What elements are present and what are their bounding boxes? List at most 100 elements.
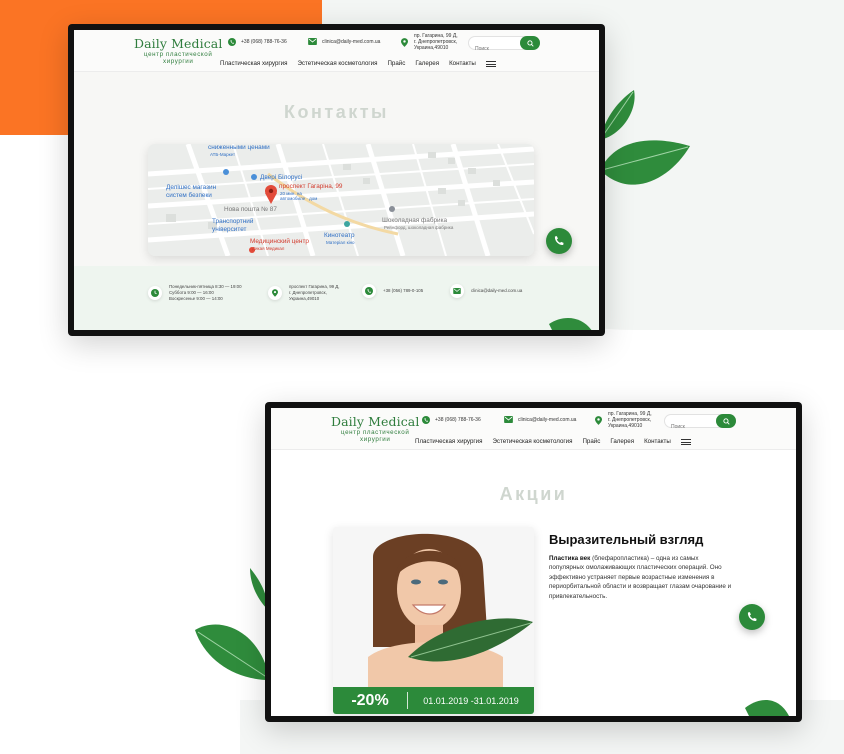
nav-item-plastic-surgery[interactable]: Пластическая хирургия [220, 60, 287, 67]
contacts-page-screen: Daily Medical центр пластической хирурги… [74, 30, 599, 330]
nav-item-prices[interactable]: Прайс [387, 60, 405, 67]
map-label: університет [212, 226, 247, 233]
phone-icon [554, 236, 564, 245]
promo-description-bold: Пластика век [549, 555, 591, 562]
promo-dates: 01.01.2019 -31.01.2019 [423, 695, 519, 706]
search-input[interactable] [469, 43, 519, 55]
site-logo[interactable]: Daily Medical центр пластической хирурги… [331, 414, 419, 443]
contact-phone-text: +38 (056) 789-0-105 [383, 288, 424, 293]
header-phone[interactable]: +38 (068) 788-76-36 [421, 415, 481, 424]
map-label: Дикая Медикал [252, 246, 285, 251]
map-label: Рейнфорд, шоколадная фабрика [384, 225, 454, 230]
contacts-page-window: Daily Medical центр пластической хирурги… [68, 24, 605, 336]
map-label: АТБ-Маркет [210, 152, 236, 157]
nav-item-contacts[interactable]: Контакты [644, 438, 671, 445]
phone-icon [421, 415, 430, 424]
logo-subtitle-2: хирургии [163, 58, 194, 65]
logo-subtitle-2: хирургии [360, 436, 391, 443]
promo-description: Пластика век (блефаропластика) – одна из… [549, 554, 734, 601]
header-address: пр. Гагарина, 99 Д, г. Днепропетровск, У… [594, 411, 654, 429]
map-label: Шоколадная фабрика [382, 217, 448, 224]
leaf-decoration [745, 700, 789, 716]
main-nav: Пластическая хирургия Эстетическая косме… [220, 60, 496, 68]
logo-subtitle-1: центр пластической [341, 429, 410, 436]
map-label: Двері Білорусі [260, 174, 303, 181]
main-nav: Пластическая хирургия Эстетическая косме… [415, 438, 691, 446]
site-header: Daily Medical центр пластической хирурги… [271, 408, 796, 450]
map-label: проспект Гагаріна, 99 [279, 183, 343, 190]
promo-card[interactable]: -20% 01.01.2019 -31.01.2019 [333, 527, 534, 714]
menu-burger-icon[interactable] [680, 439, 691, 446]
call-button[interactable] [546, 228, 572, 254]
map-label: Делішес магазин [166, 184, 217, 191]
nav-item-gallery[interactable]: Галерея [415, 60, 439, 67]
logo-subtitle-1: центр пластической [144, 51, 213, 58]
header-address: пр. Гагарина, 99 Д, г. Днепропетровск, У… [400, 33, 460, 51]
header-phone[interactable]: +38 (068) 788-76-36 [227, 37, 287, 46]
search-icon [722, 417, 730, 425]
map-label: Матеріал кіно [326, 240, 355, 245]
search-box [664, 414, 736, 433]
location-pin-icon [400, 37, 409, 47]
phone-icon [227, 37, 236, 46]
map-label: Нова пошта № 87 [224, 206, 277, 213]
map-label: автомобиле · дом [280, 196, 318, 201]
hours-sunday: Воскресенье 9:00 — 14:00 [169, 296, 223, 301]
search-button[interactable] [716, 414, 736, 428]
promotions-page-screen: Daily Medical центр пластической хирурги… [271, 408, 796, 716]
page-title: Контакты [284, 102, 389, 122]
nav-item-prices[interactable]: Прайс [582, 438, 600, 445]
mail-icon [504, 415, 513, 424]
search-input[interactable] [665, 421, 715, 433]
contact-email-text: clinica@daily-med.com.ua [471, 288, 523, 293]
phone-icon [362, 284, 376, 298]
contact-email[interactable]: clinica@daily-med.com.ua [450, 284, 522, 298]
promotions-page-window: Daily Medical центр пластической хирурги… [265, 402, 802, 722]
contact-address: проспект Гагарина, 99 Д, г. Днепропетров… [268, 284, 340, 302]
promo-title: Выразительный взгляд [549, 532, 704, 547]
menu-burger-icon[interactable] [485, 61, 496, 68]
map-label: Кинотеатр [324, 232, 355, 239]
mail-icon [308, 37, 317, 46]
header-email[interactable]: clinica@daily-med.com.ua [308, 37, 380, 46]
location-pin-icon [268, 286, 282, 300]
call-button[interactable] [739, 604, 765, 630]
clock-icon [148, 286, 162, 300]
nav-item-contacts[interactable]: Контакты [449, 60, 476, 67]
header-email[interactable]: clinica@daily-med.com.ua [504, 415, 576, 424]
map-label: сниженными ценами [208, 144, 270, 151]
promo-bar: -20% 01.01.2019 -31.01.2019 [333, 687, 534, 714]
search-button[interactable] [520, 36, 540, 50]
search-icon [526, 39, 534, 47]
header-address-line3: Украина,49010 [608, 423, 643, 429]
nav-item-cosmetology[interactable]: Эстетическая косметология [492, 438, 572, 445]
promo-photo-illustration [333, 527, 534, 687]
header-address-line3: Украина,49010 [414, 45, 449, 51]
leaf-decoration [549, 318, 592, 330]
map-label: Медицинский центр [250, 238, 309, 245]
contacts-map[interactable]: сниженными ценами АТБ-Маркет Двері Білор… [148, 144, 534, 256]
location-pin-icon [594, 415, 603, 425]
nav-item-cosmetology[interactable]: Эстетическая косметология [297, 60, 377, 67]
address-line3: Украина,49010 [289, 296, 320, 301]
header-email-text: clinica@daily-med.com.ua [322, 38, 381, 45]
header-phone-text: +38 (068) 788-76-36 [435, 416, 481, 423]
header-email-text: clinica@daily-med.com.ua [518, 416, 577, 423]
map-label: Транспортний [212, 218, 254, 225]
promo-photo [333, 527, 534, 687]
contact-hours: Понедельник-пятница 8:30 — 19:00 Суббота… [148, 284, 242, 302]
search-box [468, 36, 540, 55]
logo-title: Daily Medical [331, 414, 420, 429]
mail-icon [450, 284, 464, 298]
header-phone-text: +38 (068) 788-76-36 [241, 38, 287, 45]
promo-discount: -20% [351, 691, 389, 709]
contact-phone[interactable]: +38 (056) 789-0-105 [362, 284, 423, 298]
phone-icon [747, 612, 757, 621]
site-header: Daily Medical центр пластической хирурги… [74, 30, 599, 72]
page-title: Акции [499, 484, 568, 504]
nav-item-plastic-surgery[interactable]: Пластическая хирургия [415, 438, 482, 445]
logo-title: Daily Medical [134, 36, 223, 51]
site-logo[interactable]: Daily Medical центр пластической хирурги… [134, 36, 222, 65]
map-label: систем безпеки [166, 192, 212, 199]
nav-item-gallery[interactable]: Галерея [610, 438, 634, 445]
